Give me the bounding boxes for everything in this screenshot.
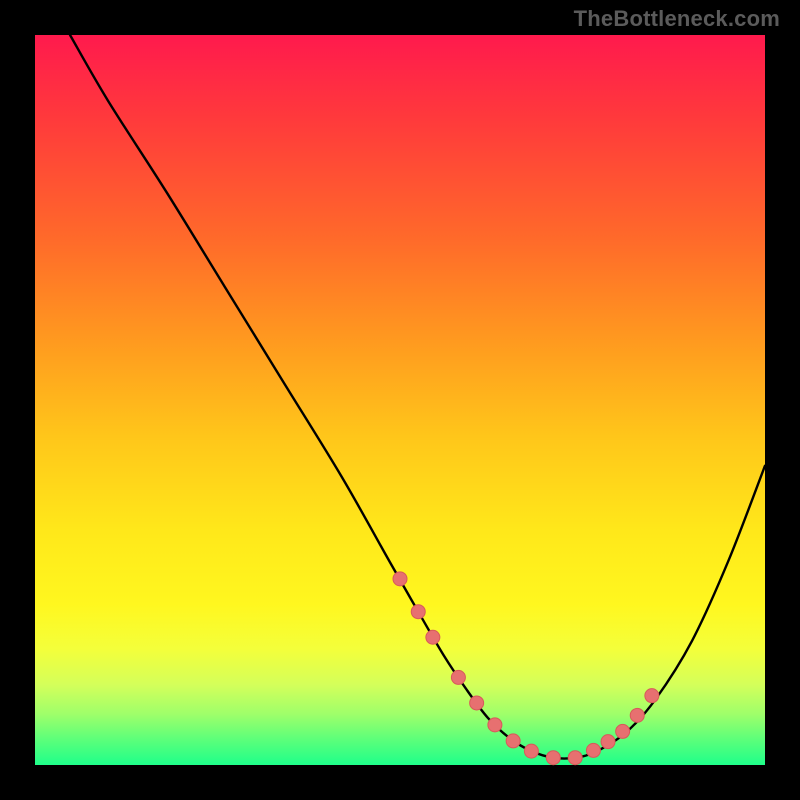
curve-marker (568, 751, 582, 765)
curve-marker (546, 751, 560, 765)
chart-frame: TheBottleneck.com (0, 0, 800, 800)
marker-group (393, 572, 659, 765)
chart-svg (35, 35, 765, 765)
curve-marker (411, 605, 425, 619)
curve-marker (393, 572, 407, 586)
bottleneck-curve (70, 35, 765, 759)
curve-marker (601, 735, 615, 749)
curve-marker (586, 743, 600, 757)
curve-marker (470, 696, 484, 710)
curve-marker (524, 744, 538, 758)
curve-marker (451, 670, 465, 684)
curve-marker (506, 734, 520, 748)
curve-marker (616, 724, 630, 738)
curve-marker (426, 630, 440, 644)
curve-marker (645, 689, 659, 703)
attribution-text: TheBottleneck.com (574, 6, 780, 32)
curve-marker (488, 718, 502, 732)
curve-marker (630, 708, 644, 722)
